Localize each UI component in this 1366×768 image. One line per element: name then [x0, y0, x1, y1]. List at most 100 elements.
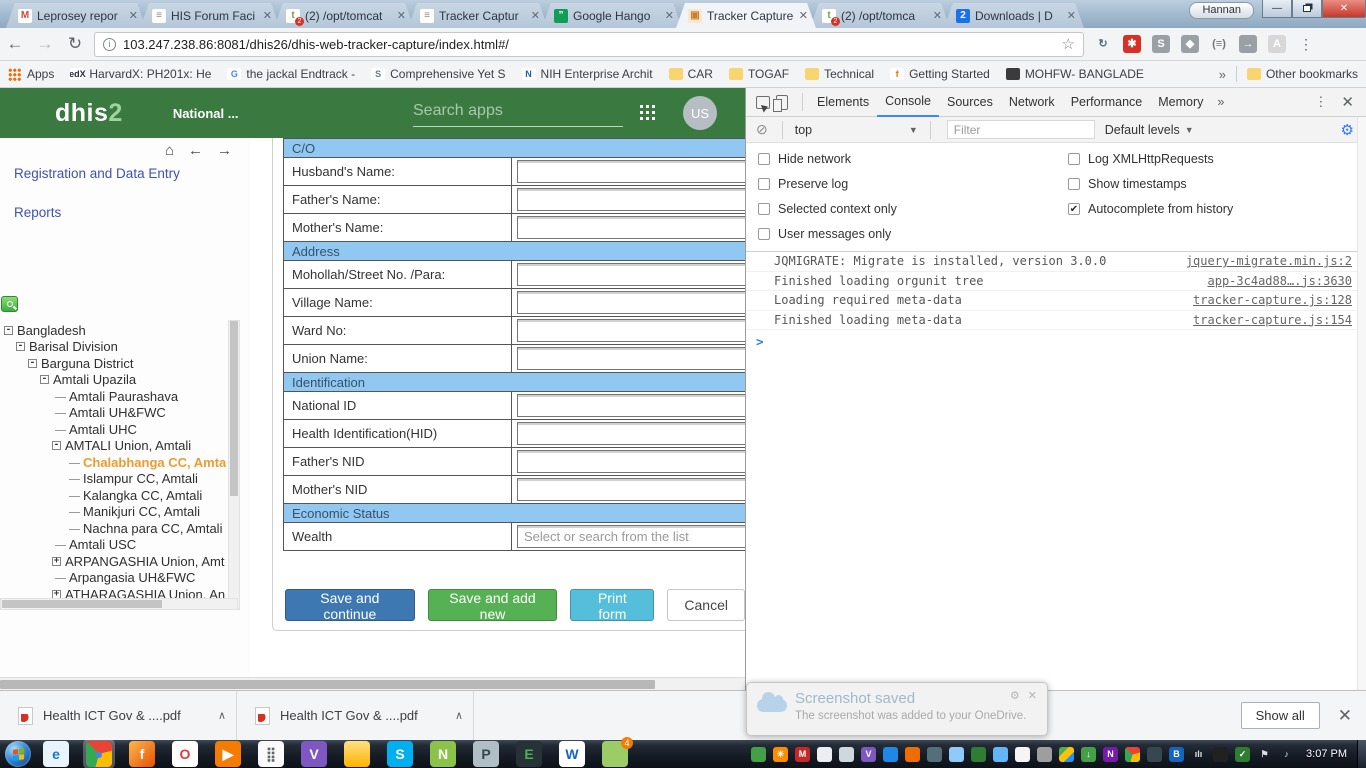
form-field-input[interactable]: [517, 347, 745, 370]
tree-node-label[interactable]: Amtali USC: [69, 537, 136, 552]
editplus-icon[interactable]: E: [516, 741, 542, 767]
context-selector[interactable]: top ▼: [789, 123, 924, 137]
tree-node[interactable]: - Amtali Upazila: [4, 372, 226, 389]
shield-extension-icon[interactable]: ◆: [1181, 35, 1199, 53]
browser-tab[interactable]: ” Google Hango ✕: [542, 3, 682, 28]
tree-expander-icon[interactable]: +: [52, 556, 61, 566]
tree-node[interactable]: Amtali USC: [4, 537, 226, 554]
checkbox[interactable]: [758, 228, 770, 240]
notification-close-icon[interactable]: ✕: [1028, 689, 1037, 702]
bookmark-star-icon[interactable]: ☆: [1062, 35, 1075, 53]
tree-node-label[interactable]: Islampur CC, Amtali: [83, 471, 198, 486]
tree-node[interactable]: Amtali UH&FWC: [4, 405, 226, 422]
tree-expander-icon[interactable]: [69, 458, 80, 467]
form-field-input[interactable]: [517, 216, 745, 239]
form-action-button[interactable]: Print form: [570, 589, 655, 622]
tree-node-label[interactable]: Barguna District: [41, 356, 133, 371]
tree-node-label[interactable]: Amtali Paurashava: [69, 389, 178, 404]
form-field-input[interactable]: [517, 394, 745, 417]
tree-expander-icon[interactable]: [55, 540, 66, 549]
viber-icon[interactable]: V: [301, 741, 327, 767]
tree-horizontal-scrollbar[interactable]: [0, 598, 238, 610]
form-field-input[interactable]: [517, 263, 745, 286]
devtools-tab[interactable]: Sources: [939, 88, 1001, 117]
start-button[interactable]: [5, 741, 31, 767]
tab-close-icon[interactable]: ✕: [531, 9, 540, 22]
tree-node[interactable]: - Barisal Division: [4, 339, 226, 356]
devtools-close-icon[interactable]: ✕: [1337, 93, 1358, 111]
chrome-icon[interactable]: ●: [86, 741, 112, 767]
tree-expander-icon[interactable]: -: [28, 358, 37, 368]
antivirus-check-icon[interactable]: ✓: [1235, 746, 1251, 762]
console-prompt[interactable]: >: [746, 330, 1366, 349]
checkbox[interactable]: [758, 153, 770, 165]
notepadpp-icon[interactable]: N: [430, 741, 456, 767]
restore-button[interactable]: [1292, 0, 1322, 18]
cloud-blue-icon[interactable]: [993, 746, 1009, 762]
tree-node-label[interactable]: Barisal Division: [29, 339, 118, 354]
browser-tab[interactable]: ≡ HIS Forum Faci ✕: [140, 3, 280, 28]
tab-close-icon[interactable]: ✕: [263, 9, 272, 22]
scrollbar-thumb[interactable]: [230, 321, 238, 496]
bookmark-item[interactable]: CAR: [668, 67, 713, 81]
more-tabs-icon[interactable]: »: [1211, 95, 1230, 109]
tab-close-icon[interactable]: ✕: [799, 9, 808, 22]
tab-close-icon[interactable]: ✕: [397, 9, 406, 22]
java-icon[interactable]: [905, 746, 921, 762]
tree-node[interactable]: Chalabhanga CC, Amtal: [4, 454, 226, 471]
tree-expander-icon[interactable]: [55, 425, 66, 434]
tree-node-label[interactable]: Bangladesh: [17, 323, 86, 338]
display-icon[interactable]: [1147, 746, 1163, 762]
checkbox[interactable]: [1068, 203, 1080, 215]
opera-icon[interactable]: O: [172, 741, 198, 767]
tree-expander-icon[interactable]: [69, 524, 80, 533]
form-field-input[interactable]: [517, 160, 745, 183]
tree-node[interactable]: Nachna para CC, Amtali: [4, 520, 226, 537]
tree-node[interactable]: - AMTALI Union, Amtali: [4, 438, 226, 455]
download-file-name[interactable]: Health ICT Gov & ....pdf: [280, 708, 449, 723]
show-all-button[interactable]: Show all: [1240, 702, 1320, 729]
close-button[interactable]: ✕: [1322, 0, 1366, 18]
bookmark-item[interactable]: Technical: [805, 67, 874, 81]
tree-node[interactable]: - Bangladesh: [4, 322, 226, 339]
idm-icon[interactable]: ↓: [1081, 746, 1097, 762]
browser-tab[interactable]: ▣ Tracker Capture ✕: [676, 3, 816, 28]
back-icon[interactable]: ←: [0, 34, 30, 54]
checkbox[interactable]: [1068, 153, 1080, 165]
browser-profile-button[interactable]: Hannan: [1189, 2, 1254, 19]
word-icon[interactable]: W: [559, 741, 585, 767]
tree-node-label[interactable]: Arpangasia UH&FWC: [69, 570, 195, 585]
form-action-button[interactable]: Cancel: [667, 589, 745, 621]
tab-close-icon[interactable]: ✕: [129, 9, 138, 22]
tree-node[interactable]: + ARPANGASHIA Union, Amt: [4, 553, 226, 570]
other-bookmarks[interactable]: Other bookmarks: [1246, 67, 1358, 81]
app-badge-icon[interactable]: 4: [602, 737, 633, 767]
tree-expander-icon[interactable]: [69, 474, 80, 483]
scrollbar-thumb[interactable]: [0, 680, 655, 689]
form-field-input[interactable]: [517, 478, 745, 501]
stop-hand-extension-icon[interactable]: ✱: [1123, 35, 1141, 53]
tree-expander-icon[interactable]: [55, 392, 66, 401]
dhis2-logo[interactable]: dhis2: [55, 99, 123, 128]
device-toolbar-icon[interactable]: [773, 94, 788, 112]
home-icon[interactable]: ⌂: [165, 142, 174, 159]
checkbox[interactable]: [758, 178, 770, 190]
browser-tab[interactable]: t2 (2) /opt/tomca ✕: [810, 3, 950, 28]
tree-node[interactable]: Amtali UHC: [4, 421, 226, 438]
download-file-name[interactable]: Health ICT Gov & ....pdf: [43, 708, 212, 723]
bluetooth-icon[interactable]: B: [1169, 746, 1185, 762]
tree-expander-icon[interactable]: [55, 408, 66, 417]
inspect-element-icon[interactable]: [756, 95, 770, 109]
download-bar-close-icon[interactable]: ✕: [1338, 706, 1352, 726]
skype-icon[interactable]: S: [387, 741, 413, 767]
tree-expander-icon[interactable]: [55, 573, 66, 582]
console-source-link[interactable]: jquery-migrate.min.js:2: [1186, 254, 1352, 268]
ie-icon[interactable]: e: [43, 741, 69, 767]
tree-expander-icon[interactable]: -: [40, 375, 49, 385]
tree-node-label[interactable]: Nachna para CC, Amtali: [83, 521, 222, 536]
tree-node-label[interactable]: Manikjuri CC, Amtali: [83, 504, 200, 519]
tree-node-label[interactable]: AMTALI Union, Amtali: [65, 438, 191, 453]
tree-node-label[interactable]: Amtali UHC: [69, 422, 137, 437]
tab-close-icon[interactable]: ✕: [933, 9, 942, 22]
devtools-scrollbar[interactable]: [1357, 117, 1366, 690]
